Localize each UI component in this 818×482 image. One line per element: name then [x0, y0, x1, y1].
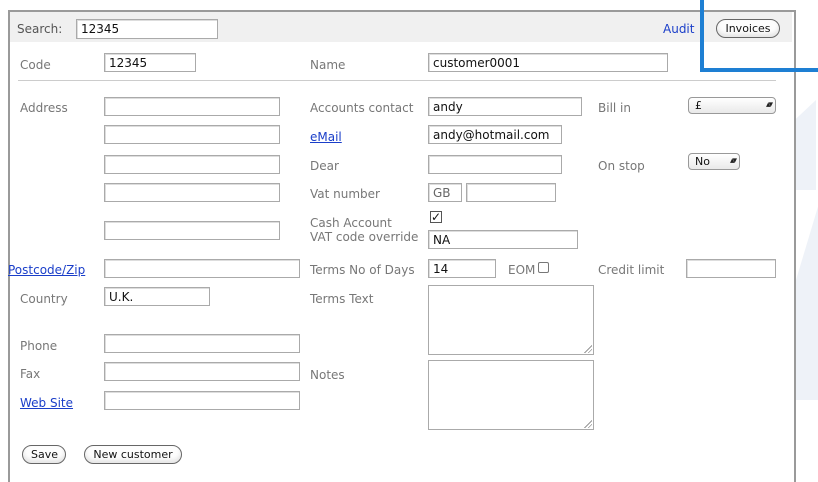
credit-limit-input[interactable] [686, 259, 776, 278]
postcode-link[interactable]: Postcode/Zip [8, 263, 85, 277]
on-stop-value: No [695, 155, 710, 168]
website-input[interactable] [104, 391, 300, 410]
website-link[interactable]: Web Site [20, 396, 73, 410]
code-label: Code [20, 58, 51, 72]
save-button[interactable]: Save [22, 445, 66, 464]
bill-in-value: £ [695, 99, 702, 112]
notes-label: Notes [310, 368, 345, 382]
postcode-input[interactable] [104, 259, 300, 278]
bill-in-label: Bill in [598, 101, 631, 115]
fax-label: Fax [20, 367, 41, 381]
resize-grip-icon[interactable] [584, 420, 592, 428]
fax-input[interactable] [104, 362, 300, 381]
name-label: Name [310, 58, 346, 72]
dear-label: Dear [310, 159, 339, 173]
checkmark-icon: ✓ [431, 210, 442, 224]
on-stop-label: On stop [598, 159, 645, 173]
up-down-arrows-icon: ▴▾ [765, 100, 773, 110]
new-customer-button[interactable]: New customer [84, 445, 182, 464]
vat-number-label: Vat number [310, 187, 380, 201]
vat-override-input[interactable] [428, 230, 578, 249]
address-line-2[interactable] [104, 125, 280, 144]
search-label: Search: [17, 22, 63, 36]
email-link[interactable]: eMail [310, 130, 342, 144]
phone-label: Phone [20, 339, 58, 353]
country-input[interactable] [104, 287, 210, 306]
eom-label: EOM [508, 263, 536, 277]
terms-text-area-wrap [428, 285, 594, 355]
accounts-contact-input[interactable] [428, 97, 582, 116]
divider [18, 80, 776, 81]
up-down-arrows-icon: ▴▾ [729, 156, 737, 166]
terms-text-area[interactable] [428, 285, 594, 355]
notes-text-area[interactable] [428, 360, 594, 430]
dear-input[interactable] [428, 155, 562, 174]
highlight-box [700, 0, 818, 72]
address-label: Address [20, 101, 68, 115]
address-line-3[interactable] [104, 155, 280, 174]
search-input[interactable] [76, 19, 218, 39]
credit-limit-label: Credit limit [598, 263, 665, 277]
terms-text-label: Terms Text [310, 292, 374, 306]
cash-account-label: Cash Account [310, 216, 392, 230]
bill-in-select[interactable]: £ ▴▾ [688, 97, 776, 114]
terms-days-label: Terms No of Days [310, 263, 415, 277]
audit-link[interactable]: Audit [663, 22, 694, 36]
country-label: Country [20, 292, 68, 306]
vat-prefix-input[interactable] [428, 183, 462, 202]
address-line-5[interactable] [104, 221, 280, 240]
on-stop-select[interactable]: No ▴▾ [688, 153, 740, 170]
accounts-contact-label: Accounts contact [310, 101, 414, 115]
eom-checkbox[interactable] [538, 262, 549, 273]
terms-days-input[interactable] [428, 259, 496, 278]
address-line-1[interactable] [104, 97, 280, 116]
cash-account-checkbox[interactable]: ✓ [430, 211, 442, 223]
code-input[interactable] [104, 53, 196, 72]
resize-grip-icon[interactable] [584, 345, 592, 353]
notes-area-wrap [428, 360, 594, 430]
vat-number-input[interactable] [466, 183, 556, 202]
phone-input[interactable] [104, 334, 300, 353]
email-input[interactable] [428, 125, 562, 144]
name-input[interactable] [428, 53, 668, 72]
vat-override-label: VAT code override [310, 230, 419, 244]
address-line-4[interactable] [104, 183, 280, 202]
